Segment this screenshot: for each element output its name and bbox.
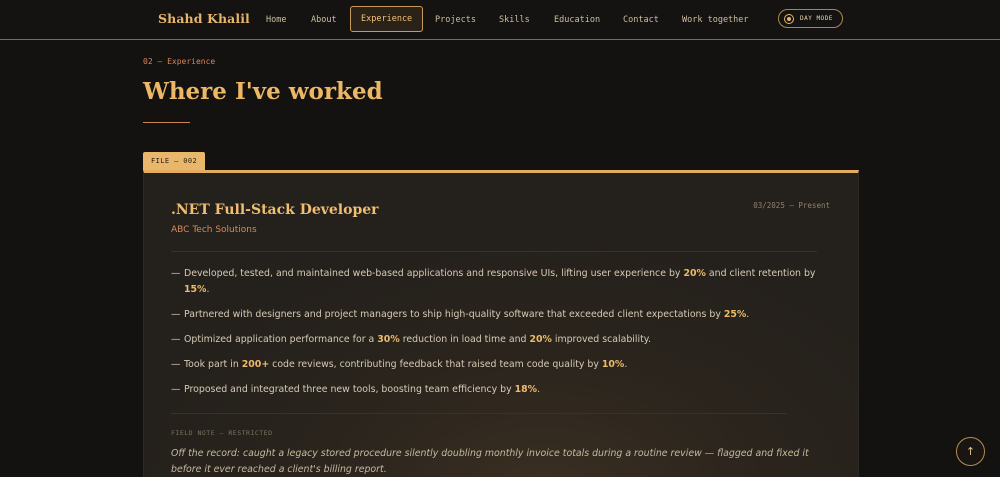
bullet-text: Proposed and integrated three new tools,…	[184, 384, 515, 395]
company-name: ABC Tech Solutions	[171, 225, 257, 235]
bullet-text: and client retention by	[705, 268, 816, 279]
achievement-list: — Developed, tested, and maintained web-…	[171, 266, 821, 407]
bullet-text: Partnered with designers and project man…	[184, 309, 724, 320]
nav-link-about[interactable]: About	[311, 15, 337, 25]
sun-icon	[784, 14, 794, 24]
list-item: — Took part in 200+ code reviews, contri…	[171, 357, 821, 373]
nav-link-skills[interactable]: Skills	[499, 15, 530, 25]
job-date: 03/2025 — Present	[753, 201, 830, 210]
nav-link-contact[interactable]: Contact	[623, 15, 659, 25]
bullet-text: Optimized application performance for a	[184, 334, 378, 345]
section-eyebrow: 02 — Experience	[143, 57, 216, 66]
dash-marker: —	[171, 309, 181, 320]
metric-highlight: 20%	[683, 268, 706, 279]
nav-link-experience[interactable]: Experience	[350, 6, 424, 32]
arrow-up-icon: ↑	[965, 445, 976, 458]
list-item: — Optimized application performance for …	[171, 332, 821, 348]
dash-marker: —	[171, 268, 181, 279]
brand-logo[interactable]: Shahd Khalil	[158, 11, 250, 26]
bullet-text: improved scalability.	[551, 334, 651, 345]
metric-highlight: 25%	[723, 309, 747, 320]
back-to-top-button[interactable]: ↑	[956, 437, 985, 466]
nav-link-home[interactable]: Home	[266, 15, 286, 25]
bullet-text: .	[624, 359, 628, 370]
bullet-text: reduction in load time and	[399, 334, 530, 345]
section-title: Where I've worked	[143, 78, 383, 105]
nav-link-work-together[interactable]: Work together	[682, 15, 749, 25]
job-title: .NET Full-Stack Developer	[171, 202, 379, 218]
field-note-label: FIELD NOTE — RESTRICTED	[171, 429, 273, 437]
bullet-text: Took part in	[184, 359, 242, 370]
bullet-text: Developed, tested, and maintained web-ba…	[184, 268, 684, 279]
dash-marker: —	[171, 334, 181, 345]
divider	[171, 251, 817, 252]
bullet-text: .	[206, 284, 210, 295]
list-item: — Partnered with designers and project m…	[171, 307, 821, 323]
metric-highlight: 30%	[377, 334, 400, 345]
field-note-divider	[171, 413, 787, 414]
nav-link-education[interactable]: Education	[554, 15, 600, 25]
bullet-text: .	[746, 309, 750, 320]
list-item: — Developed, tested, and maintained web-…	[171, 266, 821, 298]
field-note-text: Off the record: caught a legacy stored p…	[171, 448, 809, 475]
dash-marker: —	[171, 359, 181, 370]
metric-highlight: 18%	[514, 384, 538, 395]
metric-highlight: 200+	[241, 359, 270, 370]
bullet-text: .	[537, 384, 541, 395]
nav-link-projects[interactable]: Projects	[435, 15, 476, 25]
title-underline	[143, 122, 190, 123]
metric-highlight: 20%	[529, 334, 552, 345]
day-mode-toggle[interactable]: DAY MODE	[778, 9, 843, 28]
list-item: — Proposed and integrated three new tool…	[171, 382, 821, 398]
top-nav: Shahd Khalil Home About Experience Proje…	[0, 0, 1000, 40]
bullet-text: code reviews, contributing feedback that…	[269, 359, 602, 370]
metric-highlight: 10%	[601, 359, 625, 370]
metric-highlight: 15%	[184, 284, 207, 295]
file-tab: FILE — 002	[143, 152, 206, 171]
dash-marker: —	[171, 384, 181, 395]
experience-card: .NET Full-Stack Developer 03/2025 — Pres…	[143, 170, 859, 477]
mode-toggle-label: DAY MODE	[800, 15, 833, 22]
